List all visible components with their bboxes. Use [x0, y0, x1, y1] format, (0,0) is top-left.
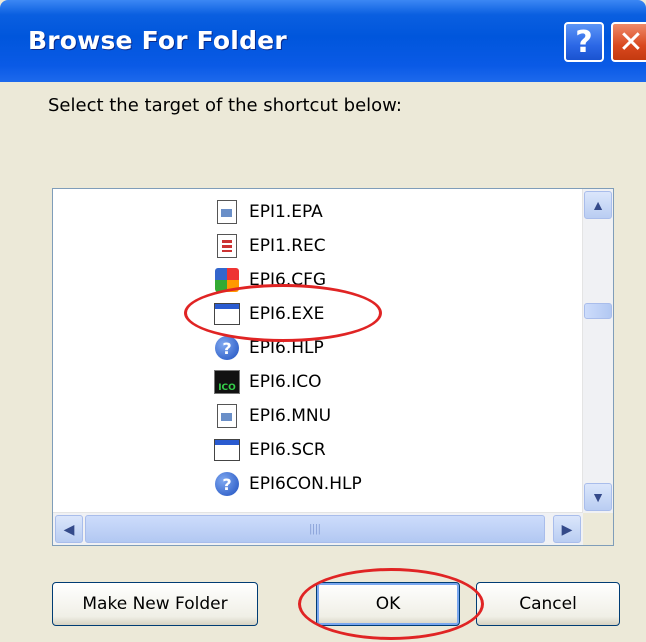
chevron-up-icon: ▲	[591, 197, 605, 213]
horizontal-scrollbar[interactable]: ◀ |||| ▶	[53, 512, 583, 545]
cancel-button[interactable]: Cancel	[476, 582, 620, 626]
folder-tree[interactable]: EPI1.EPA EPI1.REC EPI6.CFG EPI6.EXE ? EP…	[52, 188, 614, 546]
dialog-title: Browse For Folder	[28, 26, 287, 55]
tree-item-label: EPI6.HLP	[249, 338, 324, 358]
tree-item-epi1-rec[interactable]: EPI1.REC	[213, 229, 326, 263]
record-file-icon	[213, 232, 241, 260]
tree-item-epi6con-hlp[interactable]: ? EPI6CON.HLP	[213, 467, 362, 501]
ok-button[interactable]: OK	[316, 582, 460, 626]
help-file-icon: ?	[213, 334, 241, 362]
chevron-right-icon: ▶	[561, 520, 573, 537]
tree-item-epi6-scr[interactable]: EPI6.SCR	[213, 433, 326, 467]
scrollbar-corner	[583, 513, 613, 545]
help-button[interactable]: ?	[564, 22, 604, 62]
tree-item-epi6-exe[interactable]: EPI6.EXE	[213, 297, 324, 331]
tree-item-label: EPI6.ICO	[249, 372, 322, 392]
application-window-icon	[213, 300, 241, 328]
scroll-up-button[interactable]: ▲	[584, 191, 612, 219]
application-window-icon	[213, 436, 241, 464]
title-bar[interactable]: Browse For Folder ? ✕	[0, 0, 646, 82]
chevron-down-icon: ▼	[591, 489, 605, 505]
close-icon: ✕	[618, 24, 644, 60]
tree-item-label: EPI6.CFG	[249, 270, 327, 290]
tree-item-label: EPI6CON.HLP	[249, 474, 362, 494]
tree-item-label: EPI6.MNU	[249, 406, 332, 426]
ico-file-icon: ICO	[213, 368, 241, 396]
vertical-scroll-thumb[interactable]	[584, 303, 612, 319]
horizontal-scroll-thumb[interactable]: ||||	[85, 515, 545, 543]
document-icon	[213, 198, 241, 226]
scroll-right-button[interactable]: ▶	[553, 515, 581, 543]
config-file-icon	[213, 266, 241, 294]
close-button[interactable]: ✕	[611, 22, 646, 62]
tree-item-label: EPI6.EXE	[249, 304, 325, 324]
tree-item-epi6-cfg[interactable]: EPI6.CFG	[213, 263, 326, 297]
tree-item-epi6-ico[interactable]: ICO EPI6.ICO	[213, 365, 322, 399]
help-icon: ?	[575, 24, 593, 60]
tree-item-epi6-mnu[interactable]: EPI6.MNU	[213, 399, 331, 433]
grip-icon: ||||	[309, 523, 321, 535]
vertical-scrollbar[interactable]: ▲ ▼	[582, 189, 613, 513]
help-file-icon: ?	[213, 470, 241, 498]
tree-item-epi6-hlp[interactable]: ? EPI6.HLP	[213, 331, 324, 365]
tree-item-epi1-epa[interactable]: EPI1.EPA	[213, 195, 323, 229]
make-new-folder-button[interactable]: Make New Folder	[52, 582, 258, 626]
scroll-left-button[interactable]: ◀	[55, 515, 83, 543]
prompt-text: Select the target of the shortcut below:	[48, 95, 402, 116]
chevron-left-icon: ◀	[63, 520, 75, 537]
tree-item-label: EPI1.EPA	[249, 202, 323, 222]
browse-for-folder-dialog: Browse For Folder ? ✕ Select the target …	[0, 0, 646, 642]
tree-item-label: EPI1.REC	[249, 236, 326, 256]
scroll-down-button[interactable]: ▼	[584, 483, 612, 511]
document-icon	[213, 402, 241, 430]
tree-item-label: EPI6.SCR	[249, 440, 326, 460]
